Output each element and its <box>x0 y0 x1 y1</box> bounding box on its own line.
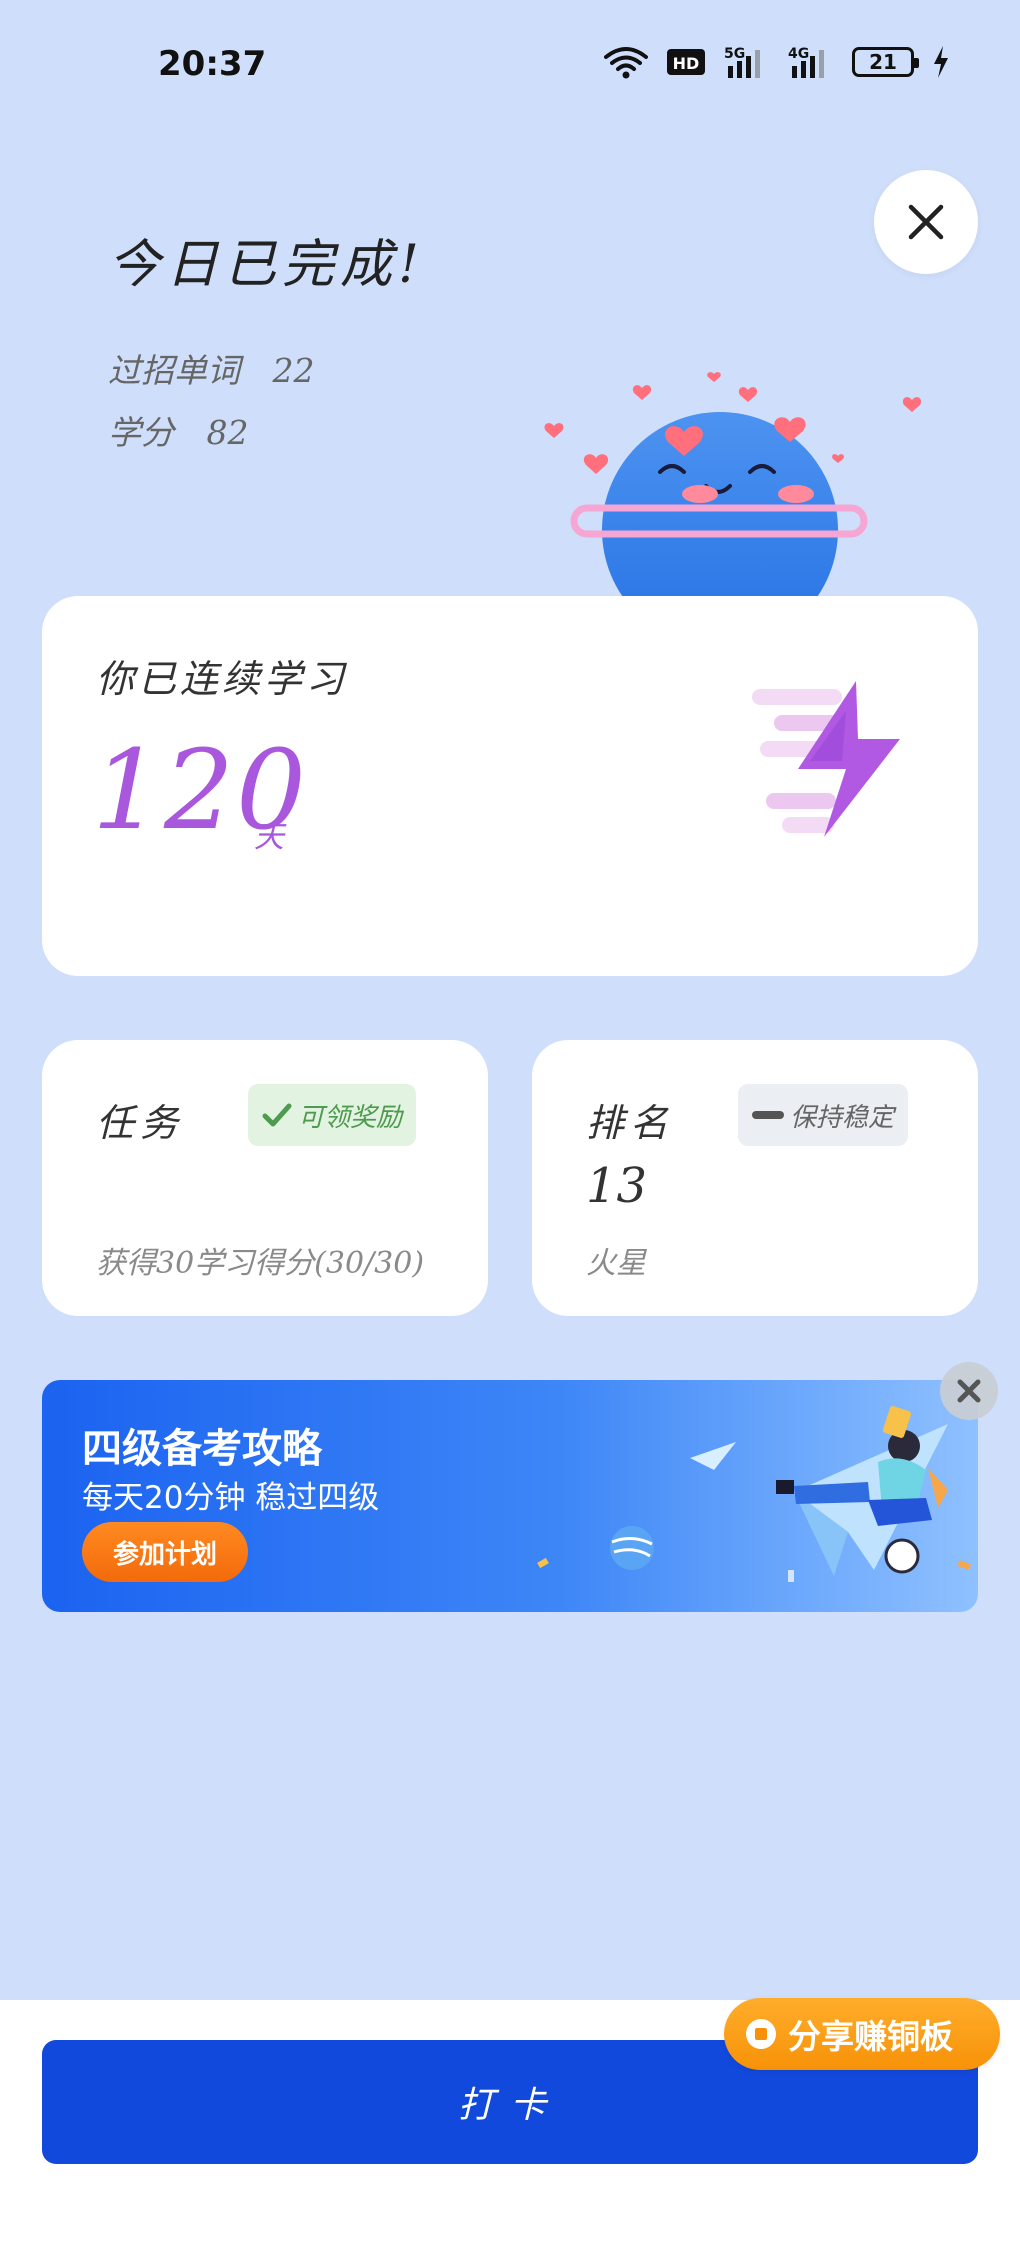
stat-words: 过招单词 22 <box>108 340 337 402</box>
wifi-icon <box>604 45 648 79</box>
network-label-1: 5G <box>724 46 745 62</box>
status-bar: 20:37 HD 5G 4G 21 <box>0 0 1020 130</box>
stat-credits: 学分 82 <box>108 402 337 464</box>
check-icon <box>262 1103 292 1127</box>
close-icon <box>957 1379 981 1403</box>
ad-illustration <box>537 1406 971 1582</box>
share-earn-button[interactable]: 分享赚铜板 <box>724 1998 1000 2070</box>
task-title: 任务 <box>96 1101 185 1145</box>
signal-4g-icon: 4G <box>788 44 834 80</box>
ad-subtitle: 每天20分钟 稳过四级 <box>82 1480 380 1516</box>
ad-close-button[interactable] <box>940 1362 998 1420</box>
task-card[interactable]: 任务 可领奖励 获得30学习得分(30/30) <box>42 1040 488 1316</box>
dash-icon <box>752 1111 784 1119</box>
stat-words-label: 过招单词 <box>108 351 240 390</box>
stat-credits-label: 学分 <box>108 413 174 452</box>
close-icon <box>908 204 944 240</box>
planet-mascot-illustration <box>510 370 930 610</box>
battery-level: 21 <box>869 50 897 74</box>
rank-status-label: 保持稳定 <box>790 1102 895 1133</box>
stat-words-value: 22 <box>272 351 315 390</box>
rank-footer: 火星 <box>586 1246 646 1281</box>
charging-icon <box>932 46 950 78</box>
completion-title: 今日已完成! <box>108 235 425 295</box>
signal-5g-icon: 5G <box>724 44 770 80</box>
task-footer: 获得30学习得分(30/30) <box>96 1246 425 1281</box>
rank-value: 13 <box>586 1158 648 1214</box>
hd-label: HD <box>673 54 700 73</box>
share-label: 分享赚铜板 <box>788 2017 953 2056</box>
streak-card: 你已连续学习 120 天 <box>42 596 978 976</box>
rank-status-badge: 保持稳定 <box>738 1084 909 1146</box>
reward-badge[interactable]: 可领奖励 <box>248 1084 417 1146</box>
join-plan-button[interactable]: 参加计划 <box>82 1522 248 1582</box>
battery-indicator: 21 <box>852 47 919 77</box>
rank-card[interactable]: 排名 保持稳定 13 火星 <box>532 1040 978 1316</box>
status-icons: HD 5G 4G 21 <box>604 44 950 80</box>
streak-label: 你已连续学习 <box>96 657 349 701</box>
cet4-ad-banner[interactable]: 四级备考攻略 每天20分钟 稳过四级 参加计划 <box>42 1380 978 1612</box>
close-button[interactable] <box>874 170 978 274</box>
ad-title: 四级备考攻略 <box>82 1426 322 1472</box>
stat-credits-value: 82 <box>206 413 249 452</box>
hd-icon: HD <box>666 47 706 77</box>
lightning-bolt-icon <box>752 681 900 837</box>
rank-title: 排名 <box>586 1101 675 1145</box>
coin-icon <box>746 2019 776 2049</box>
network-label-2: 4G <box>788 46 809 62</box>
streak-days-unit: 天 <box>254 820 284 855</box>
status-time: 20:37 <box>158 44 267 84</box>
reward-badge-label: 可领奖励 <box>298 1102 403 1133</box>
hero-stats: 过招单词 22 学分 82 <box>108 340 337 464</box>
